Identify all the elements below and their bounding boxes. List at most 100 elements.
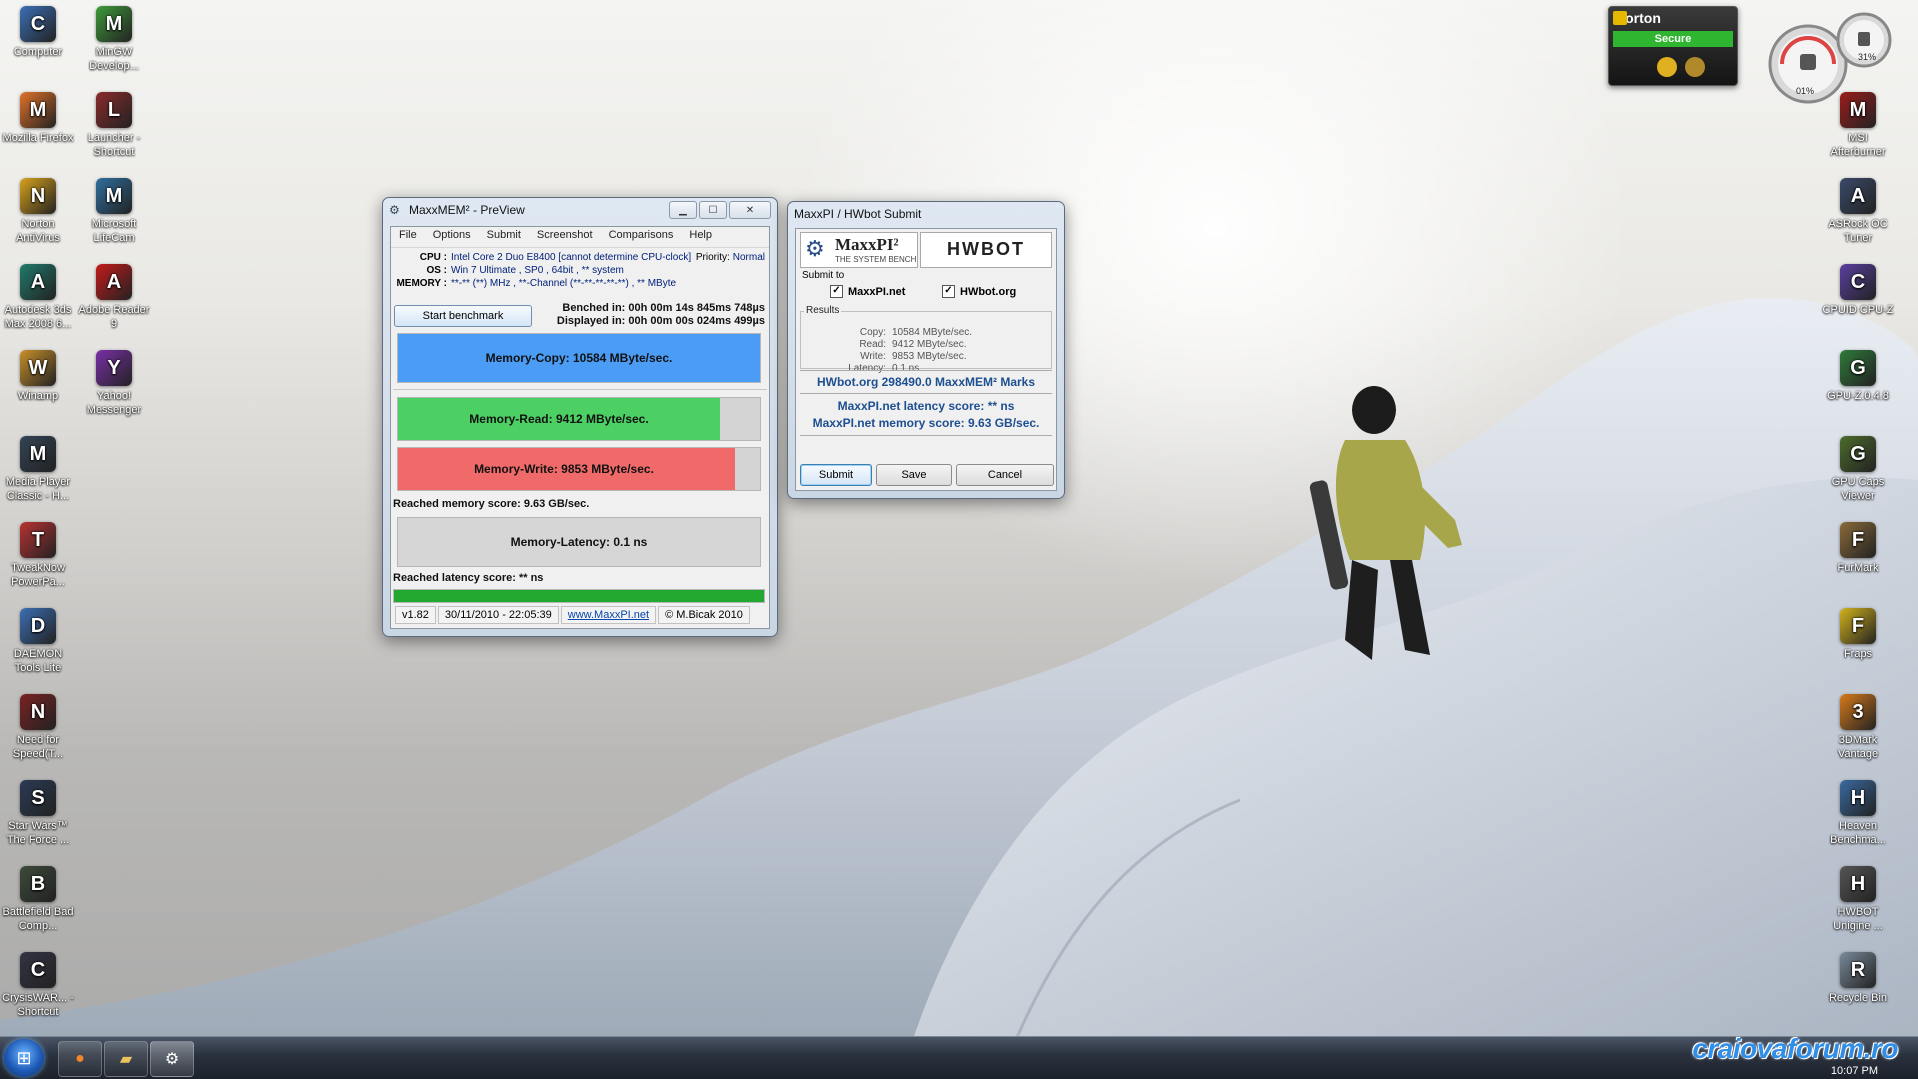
- recycle-bin-icon: R: [1840, 952, 1876, 988]
- result-row: Latency: 0.1 ns: [796, 363, 919, 374]
- ram-percent: 31%: [1858, 52, 1876, 62]
- desktop-icon[interactable]: G GPU Caps Viewer: [1820, 436, 1896, 503]
- timing-info: Benched in: 00h 00m 14s 845ms 748µs Disp…: [557, 302, 765, 328]
- memory-copy-label: Memory-Copy: 10584 MByte/sec.: [485, 351, 673, 365]
- norton-gadget[interactable]: Norton Secure: [1608, 6, 1738, 86]
- desktop-icon[interactable]: C CPUID CPU-Z: [1820, 264, 1896, 317]
- gpuz-icon: G: [1840, 350, 1876, 386]
- desktop-icon[interactable]: A ASRock OC Tuner: [1820, 178, 1896, 245]
- memory-write-bar: Memory-Write: 9853 MByte/sec.: [397, 447, 761, 491]
- submit-button[interactable]: Submit: [800, 464, 872, 486]
- gpu-caps-icon: G: [1840, 436, 1876, 472]
- menu-options[interactable]: Options: [433, 229, 471, 245]
- desktop-icon[interactable]: N Need for Speed(T...: [0, 694, 76, 761]
- result-value: 10584 MByte/sec.: [892, 327, 973, 338]
- norton-settings-icon[interactable]: [1685, 57, 1705, 77]
- desktop-icon[interactable]: Y Yahoo! Messenger: [76, 350, 152, 417]
- desktop-icon[interactable]: D DAEMON Tools Lite: [0, 608, 76, 675]
- desktop-icon-label: MSI Afterburner: [1830, 132, 1886, 158]
- norton-scan-icon[interactable]: [1657, 57, 1677, 77]
- desktop-icon[interactable]: L Launcher - Shortcut: [76, 92, 152, 159]
- maxxpi-link[interactable]: www.MaxxPI.net: [560, 606, 657, 624]
- desktop-icon[interactable]: R Recycle Bin: [1820, 952, 1896, 1005]
- maxxmem-titlebar[interactable]: ⚙ MaxxMEM² - PreView ▁ ☐ ✕: [383, 198, 777, 222]
- os-value: Win 7 Ultimate , SP0 , 64bit , ** system: [451, 265, 624, 276]
- cancel-button[interactable]: Cancel: [956, 464, 1054, 486]
- hwbot-titlebar[interactable]: MaxxPI / HWbot Submit: [788, 202, 1064, 226]
- maximize-button[interactable]: ☐: [699, 201, 727, 219]
- start-benchmark-button[interactable]: Start benchmark: [394, 305, 532, 327]
- desktop-icon[interactable]: H HWBOT Unigine ...: [1820, 866, 1896, 933]
- hwbot-submit-dialog[interactable]: MaxxPI / HWbot Submit ⚙ MaxxPI² THE SYST…: [787, 201, 1065, 499]
- minimize-button[interactable]: ▁: [669, 201, 697, 219]
- hwbot-checkbox[interactable]: ✓ HWbot.org: [942, 285, 1016, 298]
- memory-label: MEMORY :: [396, 278, 447, 289]
- hwbot-score: HWbot.org 298490.0 MaxxMEM² Marks: [816, 375, 1036, 389]
- result-key: Copy:: [859, 327, 886, 338]
- desktop-icon[interactable]: M MinGW Develop...: [76, 6, 152, 73]
- result-key: Latency:: [848, 363, 886, 374]
- mingw-icon: M: [96, 6, 132, 42]
- memory-write-label: Memory-Write: 9853 MByte/sec.: [474, 462, 654, 476]
- save-button[interactable]: Save: [876, 464, 952, 486]
- desktop-icon-label: 3DMark Vantage: [1837, 734, 1879, 760]
- maxxmem-window[interactable]: ⚙ MaxxMEM² - PreView ▁ ☐ ✕ File Options …: [382, 197, 778, 637]
- nfs-icon: N: [20, 694, 56, 730]
- memory-latency-label: Memory-Latency: 0.1 ns: [510, 535, 648, 549]
- heaven-icon: H: [1840, 780, 1876, 816]
- menu-screenshot[interactable]: Screenshot: [537, 229, 593, 245]
- gear-icon: ⚙: [805, 236, 825, 261]
- desktop-icon[interactable]: W Winamp: [0, 350, 76, 403]
- windows-logo-icon: ⊞: [16, 1047, 32, 1068]
- desktop-icon-label: FurMark: [1837, 562, 1879, 574]
- desktop-icon[interactable]: S Star Wars™ The Force ...: [0, 780, 76, 847]
- desktop-icon-label: Autodesk 3ds Max 2008 6...: [4, 304, 72, 330]
- cpu-label: CPU :: [419, 252, 447, 263]
- desktop-icon[interactable]: A Adobe Reader 9: [76, 264, 152, 331]
- menu-file[interactable]: File: [399, 229, 417, 245]
- menu-help[interactable]: Help: [689, 229, 712, 245]
- desktop-icon[interactable]: A Autodesk 3ds Max 2008 6...: [0, 264, 76, 331]
- maxxpi-checkbox[interactable]: ✓ MaxxPI.net: [830, 285, 905, 298]
- desktop-icon[interactable]: B Battlefield Bad Comp...: [0, 866, 76, 933]
- folder-icon: ▰: [119, 1051, 133, 1068]
- taskbar-explorer[interactable]: ▰: [104, 1041, 148, 1077]
- battlefield-icon: B: [20, 866, 56, 902]
- desktop-icon[interactable]: F FurMark: [1820, 522, 1896, 575]
- priority-value: Normal: [732, 252, 765, 263]
- cpu-meter-gadget[interactable]: 01% 31%: [1766, 8, 1896, 104]
- desktop-icon[interactable]: M Mozilla Firefox: [0, 92, 76, 145]
- fraps-icon: F: [1840, 608, 1876, 644]
- firefox-icon: M: [20, 92, 56, 128]
- desktop-icon[interactable]: 3 3DMark Vantage: [1820, 694, 1896, 761]
- menu-comparisons[interactable]: Comparisons: [609, 229, 674, 245]
- taskbar-maxxmem[interactable]: ⚙: [150, 1041, 194, 1077]
- priority-label: Priority:: [695, 252, 730, 263]
- desktop-icon[interactable]: H Heaven Benchma...: [1820, 780, 1896, 847]
- close-button[interactable]: ✕: [729, 201, 771, 219]
- desktop-icon[interactable]: C CrysisWAR... - Shortcut: [0, 952, 76, 1019]
- desktop-icon[interactable]: G GPU-Z.0.4.8: [1820, 350, 1896, 403]
- maxxmem-menubar: File Options Submit Screenshot Compariso…: [391, 227, 769, 248]
- desktop-icon[interactable]: M Media Player Classic - H...: [0, 436, 76, 503]
- menu-submit[interactable]: Submit: [487, 229, 521, 245]
- desktop-icon[interactable]: F Fraps: [1820, 608, 1896, 661]
- start-button[interactable]: ⊞: [4, 1039, 44, 1077]
- computer-icon: C: [20, 6, 56, 42]
- desktop-icon[interactable]: T TweakNow PowerPa...: [0, 522, 76, 589]
- copyright-text: © M.Bicak 2010: [658, 606, 750, 624]
- norton-icon: N: [20, 178, 56, 214]
- desktop-icon[interactable]: C Computer: [0, 6, 76, 59]
- result-value: 9853 MByte/sec.: [892, 351, 967, 362]
- desktop-icon-label: DAEMON Tools Lite: [13, 648, 63, 674]
- desktop-icon-label: Adobe Reader 9: [78, 304, 150, 330]
- desktop-icon[interactable]: M Microsoft LifeCam: [76, 178, 152, 245]
- taskbar-firefox[interactable]: ●: [58, 1041, 102, 1077]
- taskbar-clock[interactable]: 10:07 PM: [1831, 1065, 1878, 1077]
- result-key: Write:: [860, 351, 886, 362]
- desktop-icon[interactable]: N Norton AntiVirus: [0, 178, 76, 245]
- desktop-icon-label: Computer: [13, 46, 63, 58]
- taskbar: ⊞ ● ▰ ⚙ 10:07 PM: [0, 1036, 1918, 1079]
- cpu-value: Intel Core 2 Duo E8400 [cannot determine…: [451, 252, 692, 263]
- result-value: 9412 MByte/sec.: [892, 339, 967, 350]
